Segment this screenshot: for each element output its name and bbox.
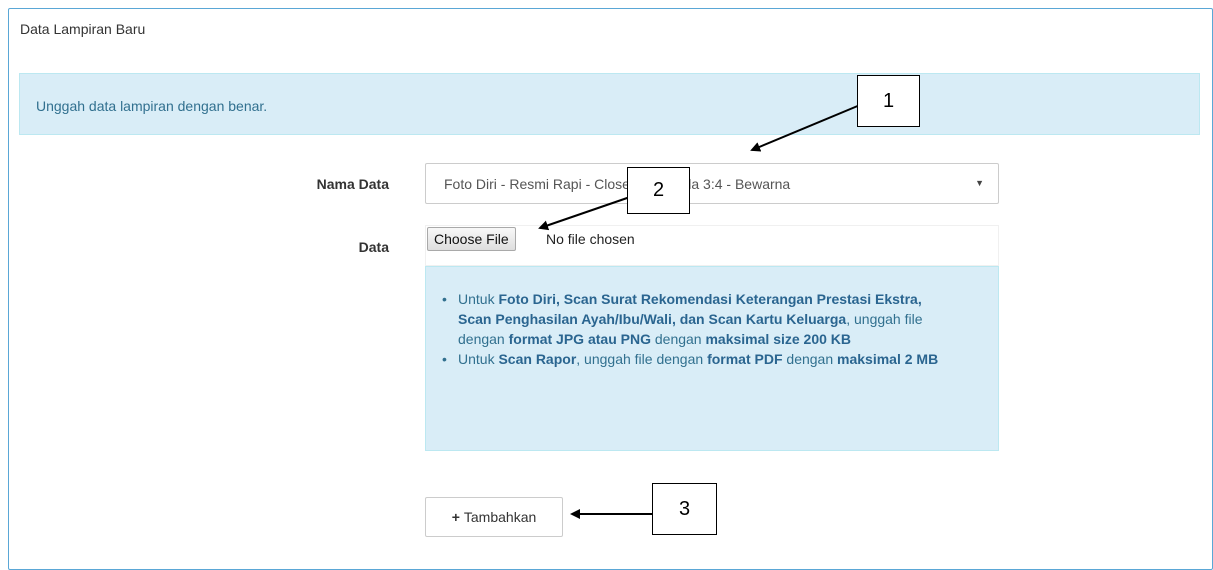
nama-data-selected-value: Foto Diri - Resmi Rapi - Close Up - Skal… [444,176,791,192]
help-item-photo: Untuk Foto Diri, Scan Surat Rekomendasi … [440,289,940,349]
info-banner: Unggah data lampiran dengan benar. [19,73,1200,135]
upload-help-box: Untuk Foto Diri, Scan Surat Rekomendasi … [425,266,999,451]
help-list: Untuk Foto Diri, Scan Surat Rekomendasi … [440,289,940,369]
choose-file-button[interactable]: Choose File [427,227,516,251]
callout-3: 3 [652,483,717,535]
data-label: Data [358,239,389,255]
nama-data-label: Nama Data [316,176,389,192]
info-banner-text: Unggah data lampiran dengan benar. [36,98,268,114]
file-input[interactable]: Choose File No file chosen [425,225,999,266]
panel-title: Data Lampiran Baru [20,21,146,37]
callout-2: 2 [627,167,690,214]
callout-1: 1 [857,75,920,127]
nama-data-select[interactable]: Foto Diri - Resmi Rapi - Close Up - Skal… [425,163,999,204]
help-item-rapor: Untuk Scan Rapor, unggah file dengan for… [440,349,940,369]
tambahkan-button[interactable]: + Tambahkan [425,497,563,537]
chevron-down-icon: ▼ [975,178,984,188]
tambahkan-label: Tambahkan [463,509,537,525]
file-status: No file chosen [546,231,635,247]
plus-icon: + [451,509,460,525]
